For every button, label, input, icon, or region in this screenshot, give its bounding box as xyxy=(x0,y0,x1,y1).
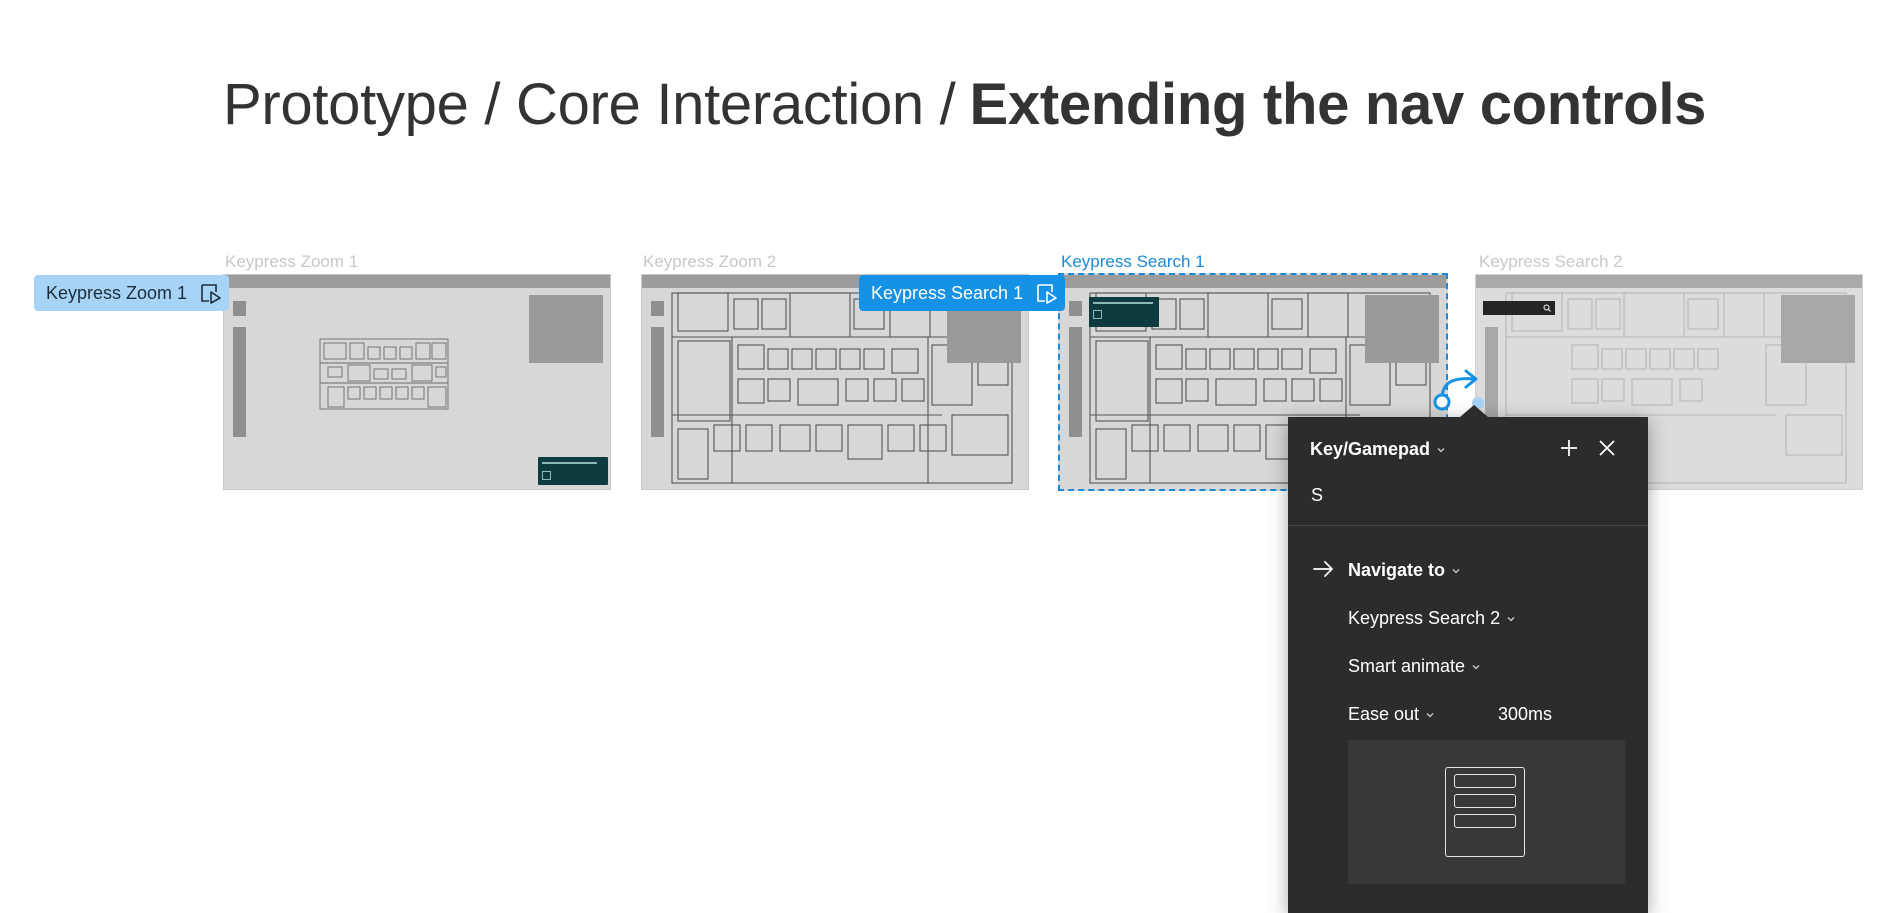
trigger-dropdown[interactable]: Key/Gamepad xyxy=(1310,439,1446,460)
key-input[interactable]: S xyxy=(1311,485,1323,506)
search-bar xyxy=(1483,301,1555,315)
flow-start-tag-zoom[interactable]: Keypress Zoom 1 xyxy=(34,275,230,311)
frame-label-zoom-2[interactable]: Keypress Zoom 2 xyxy=(643,252,776,272)
action-dropdown[interactable]: Navigate to xyxy=(1348,560,1461,581)
arrow-right-icon xyxy=(1313,561,1333,577)
plus-icon xyxy=(1561,440,1577,456)
play-frame-icon[interactable] xyxy=(1035,282,1057,304)
add-interaction-button[interactable] xyxy=(1556,435,1582,461)
chevron-down-icon xyxy=(1507,616,1515,621)
minimap xyxy=(1365,295,1439,363)
toast-card xyxy=(538,457,608,485)
duration-value: 300ms xyxy=(1498,704,1553,724)
device-preview-icon xyxy=(1445,767,1525,857)
frame-label-search-2[interactable]: Keypress Search 2 xyxy=(1479,252,1623,272)
frame-keypress-zoom-1[interactable] xyxy=(223,274,611,490)
duration-input[interactable]: 300ms xyxy=(1498,704,1552,725)
trigger-label: Key/Gamepad xyxy=(1310,439,1431,459)
interaction-panel: Key/Gamepad S Navigate to Keypress Searc… xyxy=(1288,405,1648,913)
flow-start-label: Keypress Zoom 1 xyxy=(46,282,188,303)
panel-pointer xyxy=(1460,405,1488,417)
frame-label-zoom-1[interactable]: Keypress Zoom 1 xyxy=(225,252,358,272)
play-frame-icon[interactable] xyxy=(199,282,221,304)
chevron-down-icon xyxy=(1452,568,1460,573)
destination-dropdown[interactable]: Keypress Search 2 xyxy=(1348,608,1516,629)
destination-label: Keypress Search 2 xyxy=(1348,608,1501,628)
minimap xyxy=(1781,295,1855,363)
breadcrumb-path: Prototype / Core Interaction / xyxy=(223,72,956,137)
chevron-down-icon xyxy=(1426,712,1434,717)
panel-divider xyxy=(1288,525,1648,526)
easing-dropdown[interactable]: Ease out xyxy=(1348,704,1435,725)
chevron-down-icon xyxy=(1437,447,1445,452)
breadcrumb-current: Extending the nav controls xyxy=(969,72,1707,137)
page-title: Prototype / Core Interaction / Extending … xyxy=(223,70,1706,140)
animation-dropdown[interactable]: Smart animate xyxy=(1348,656,1481,677)
action-label: Navigate to xyxy=(1348,560,1446,580)
close-panel-button[interactable] xyxy=(1594,435,1620,461)
chevron-down-icon xyxy=(1472,664,1480,669)
animation-label: Smart animate xyxy=(1348,656,1466,676)
flow-start-label: Keypress Search 1 xyxy=(871,282,1024,303)
search-icon xyxy=(1543,304,1551,312)
frame-label-search-1[interactable]: Keypress Search 1 xyxy=(1061,252,1205,272)
key-value: S xyxy=(1311,485,1324,505)
close-icon xyxy=(1599,440,1615,456)
flow-start-tag-search[interactable]: Keypress Search 1 xyxy=(859,275,1066,311)
easing-label: Ease out xyxy=(1348,704,1420,724)
search-tooltip-card xyxy=(1089,297,1159,327)
animation-preview xyxy=(1348,740,1625,884)
